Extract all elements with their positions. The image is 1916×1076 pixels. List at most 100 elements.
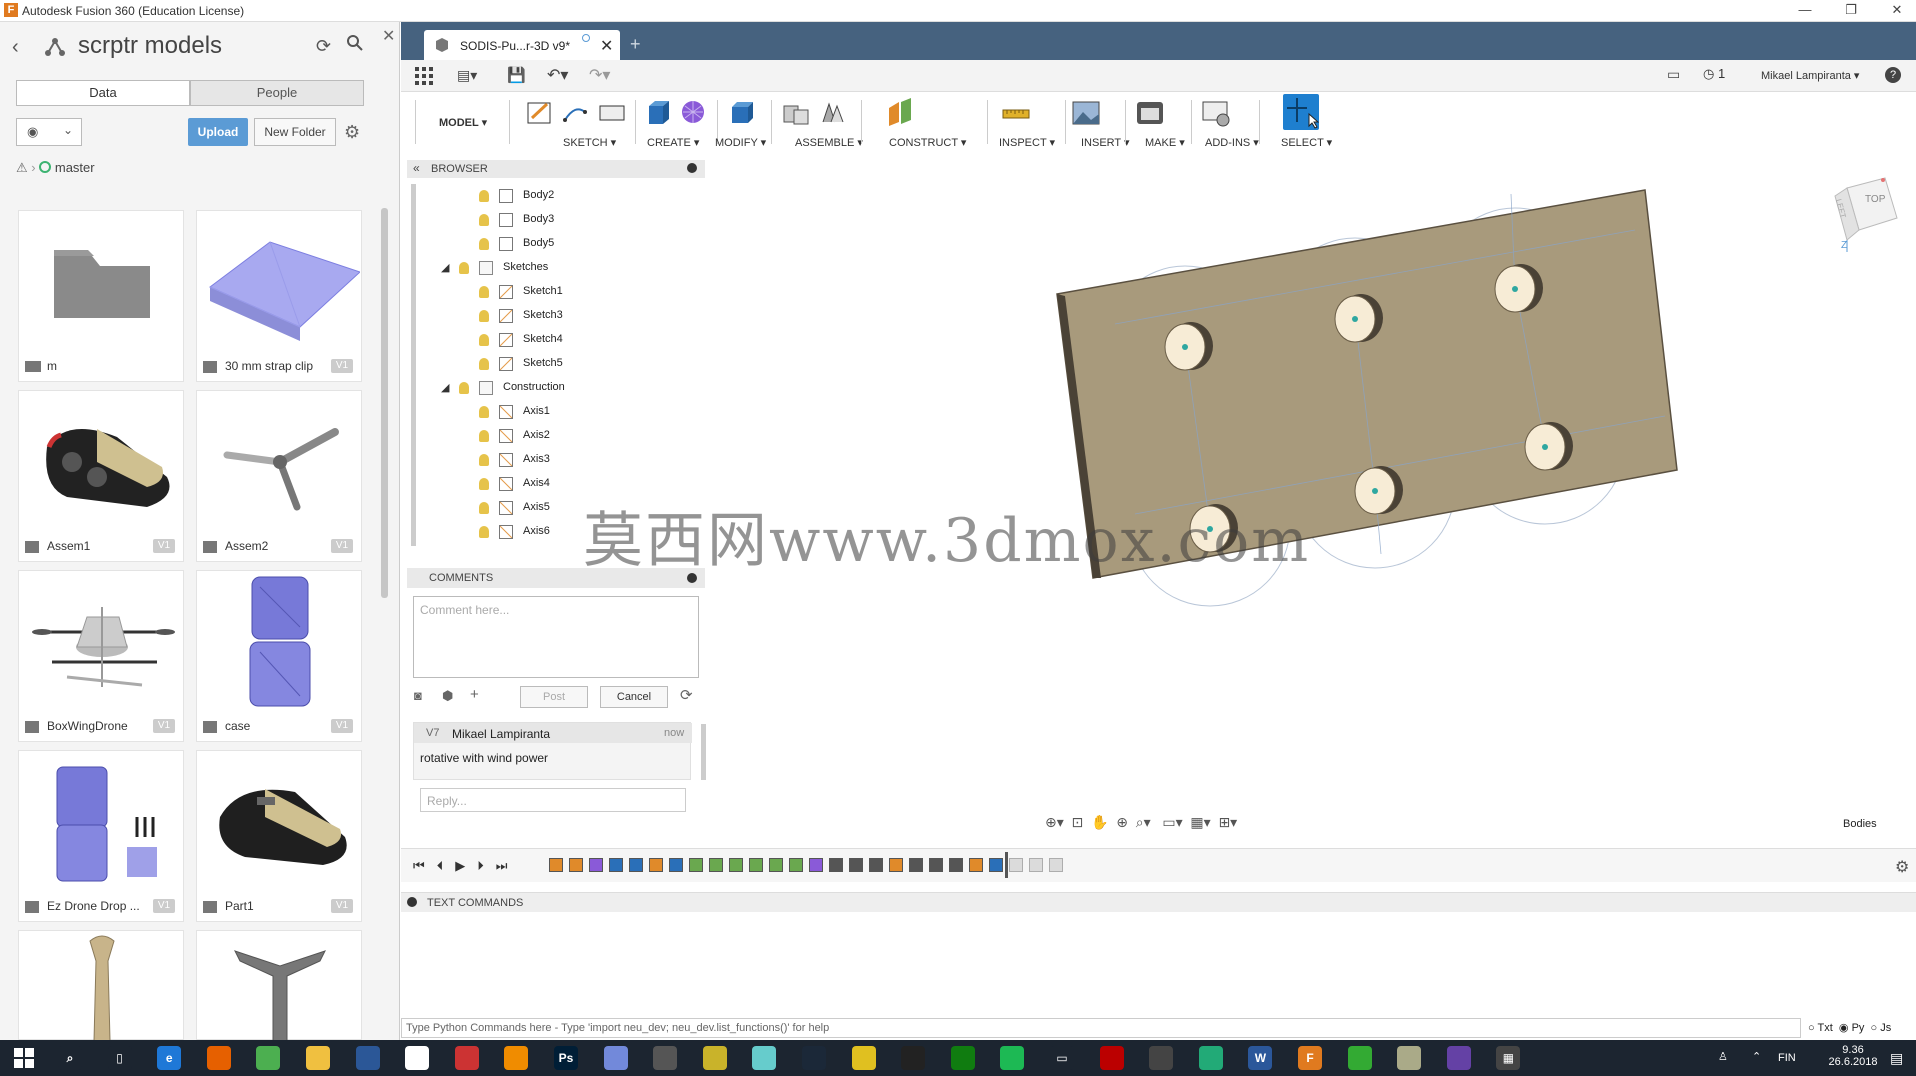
add-pin-icon[interactable]: + xyxy=(470,686,479,703)
visibility-bulb-icon[interactable] xyxy=(479,214,489,226)
tray-chevron-icon[interactable]: ⌃ xyxy=(1752,1050,1761,1063)
word-icon[interactable]: W xyxy=(1248,1046,1273,1070)
job-status[interactable]: ◷ 1 xyxy=(1703,66,1725,82)
expand-toggle-icon[interactable]: ◢ xyxy=(441,261,449,274)
restore-button[interactable]: ❐ xyxy=(1836,2,1866,20)
close-tab-icon[interactable]: ✕ xyxy=(600,36,613,56)
timeline-feature-icon[interactable] xyxy=(729,858,743,872)
timeline-feature-icon[interactable] xyxy=(569,858,583,872)
radio-txt[interactable]: ○ Txt xyxy=(1808,1022,1833,1034)
attach-design-icon[interactable]: ⬢ xyxy=(442,688,453,704)
inspect-menu[interactable]: INSPECT ▾ xyxy=(999,136,1055,149)
calculator-icon[interactable]: ▦ xyxy=(1496,1046,1521,1070)
app-icon[interactable] xyxy=(504,1046,529,1070)
photoshop-icon[interactable]: Ps xyxy=(554,1046,578,1070)
make-menu[interactable]: MAKE ▾ xyxy=(1145,136,1185,149)
measure-icon[interactable] xyxy=(1001,98,1031,128)
browser-node[interactable]: ◢ Construction xyxy=(407,376,697,400)
new-component-icon[interactable] xyxy=(781,98,811,128)
pan-icon[interactable]: ✋ xyxy=(1091,814,1108,830)
browser-node[interactable]: Sketch3 xyxy=(407,304,697,328)
visibility-bulb-icon[interactable] xyxy=(479,526,489,538)
timeline-feature-icon[interactable] xyxy=(949,858,963,872)
data-item-card[interactable]: Assem1 V1 xyxy=(18,390,184,562)
app-icon[interactable] xyxy=(1198,1046,1223,1070)
visibility-bulb-icon[interactable] xyxy=(479,454,489,466)
browser-node[interactable]: Body2 xyxy=(407,184,697,208)
browser-node[interactable]: Axis2 xyxy=(407,424,697,448)
display-settings-icon[interactable]: ▭▾ xyxy=(1162,814,1182,830)
scripts-addins-icon[interactable] xyxy=(1201,98,1231,128)
extrude-icon[interactable] xyxy=(643,98,673,128)
comments-icon[interactable]: ▭ xyxy=(1667,66,1680,83)
app-icon[interactable] xyxy=(851,1046,876,1070)
timeline-feature-icon[interactable] xyxy=(629,858,643,872)
visibility-bulb-icon[interactable] xyxy=(479,478,489,490)
timeline-feature-icon[interactable] xyxy=(609,858,623,872)
timeline-feature-icon[interactable] xyxy=(1029,858,1043,872)
data-item-card[interactable] xyxy=(18,930,184,1041)
app-icon[interactable] xyxy=(1397,1046,1422,1070)
timeline-feature-icon[interactable] xyxy=(969,858,983,872)
timeline-feature-icon[interactable] xyxy=(769,858,783,872)
viewports-icon[interactable]: ⊞▾ xyxy=(1218,814,1237,830)
browser-node[interactable]: Sketch4 xyxy=(407,328,697,352)
visibility-bulb-icon[interactable] xyxy=(479,430,489,442)
help-icon[interactable]: ? xyxy=(1885,67,1901,83)
data-item-card[interactable]: m xyxy=(18,210,184,382)
timeline-feature-icon[interactable] xyxy=(809,858,823,872)
view-mode-select[interactable]: ◉ ⌄ xyxy=(16,118,82,146)
minimize-button[interactable]: — xyxy=(1790,2,1820,20)
visibility-bulb-icon[interactable] xyxy=(459,262,469,274)
timeline-feature-icon[interactable] xyxy=(869,858,883,872)
app-icon[interactable] xyxy=(702,1046,727,1070)
timeline-feature-icon[interactable] xyxy=(1009,858,1023,872)
browser-node[interactable]: Body5 xyxy=(407,232,697,256)
offset-plane-icon[interactable] xyxy=(885,98,915,128)
redo-icon[interactable]: ↷▾ xyxy=(589,65,610,85)
visibility-bulb-icon[interactable] xyxy=(479,406,489,418)
create-sketch-icon[interactable] xyxy=(525,98,555,128)
sketch-menu[interactable]: SKETCH ▾ xyxy=(563,136,616,149)
twitch-icon[interactable] xyxy=(1446,1046,1471,1070)
timeline-feature-icon[interactable] xyxy=(889,858,903,872)
rectangle-tool-icon[interactable] xyxy=(597,98,627,128)
collapse-browser-icon[interactable]: « xyxy=(413,161,420,175)
browser-node[interactable]: Sketch5 xyxy=(407,352,697,376)
grid-settings-icon[interactable]: ▦▾ xyxy=(1190,814,1210,830)
tab-data[interactable]: Data xyxy=(16,80,190,106)
app-icon[interactable] xyxy=(1149,1046,1174,1070)
upload-button[interactable]: Upload xyxy=(188,118,248,146)
close-panel-icon[interactable]: ✕ xyxy=(382,26,395,46)
insert-menu[interactable]: INSERT ▾ xyxy=(1081,136,1130,149)
filezilla-icon[interactable] xyxy=(1099,1046,1124,1070)
select-menu[interactable]: SELECT ▾ xyxy=(1281,136,1332,149)
workspace-switcher[interactable]: MODEL ▾ xyxy=(439,116,487,129)
windows-start-icon[interactable] xyxy=(14,1048,34,1068)
data-item-card[interactable]: BoxWingDrone V1 xyxy=(18,570,184,742)
browser-node[interactable]: Axis4 xyxy=(407,472,697,496)
notepad-icon[interactable] xyxy=(405,1046,430,1070)
timeline-feature-icon[interactable] xyxy=(1049,858,1063,872)
browser-node[interactable]: Axis5 xyxy=(407,496,697,520)
data-item-card[interactable]: Ez Drone Drop ... V1 xyxy=(18,750,184,922)
timeline-feature-icon[interactable] xyxy=(929,858,943,872)
app-icon[interactable] xyxy=(355,1046,380,1070)
xbox-icon[interactable] xyxy=(950,1046,975,1070)
form-icon[interactable] xyxy=(679,98,709,128)
discord-icon[interactable] xyxy=(603,1046,628,1070)
browser-node[interactable]: Axis6 xyxy=(407,520,697,544)
visibility-bulb-icon[interactable] xyxy=(479,310,489,322)
browser-node[interactable]: Sketch1 xyxy=(407,280,697,304)
browser-node[interactable]: Body3 xyxy=(407,208,697,232)
fusion-360-icon[interactable]: F xyxy=(1298,1046,1322,1070)
timeline-feature-icon[interactable] xyxy=(789,858,803,872)
visibility-bulb-icon[interactable] xyxy=(479,358,489,370)
hub-icon[interactable]: ⚠ xyxy=(16,160,28,175)
timeline-feature-icon[interactable] xyxy=(549,858,563,872)
visibility-bulb-icon[interactable] xyxy=(479,334,489,346)
cancel-button[interactable]: Cancel xyxy=(600,686,668,708)
timeline-feature-icon[interactable] xyxy=(649,858,663,872)
timeline-feature-icon[interactable] xyxy=(669,858,683,872)
joint-icon[interactable] xyxy=(817,98,847,128)
